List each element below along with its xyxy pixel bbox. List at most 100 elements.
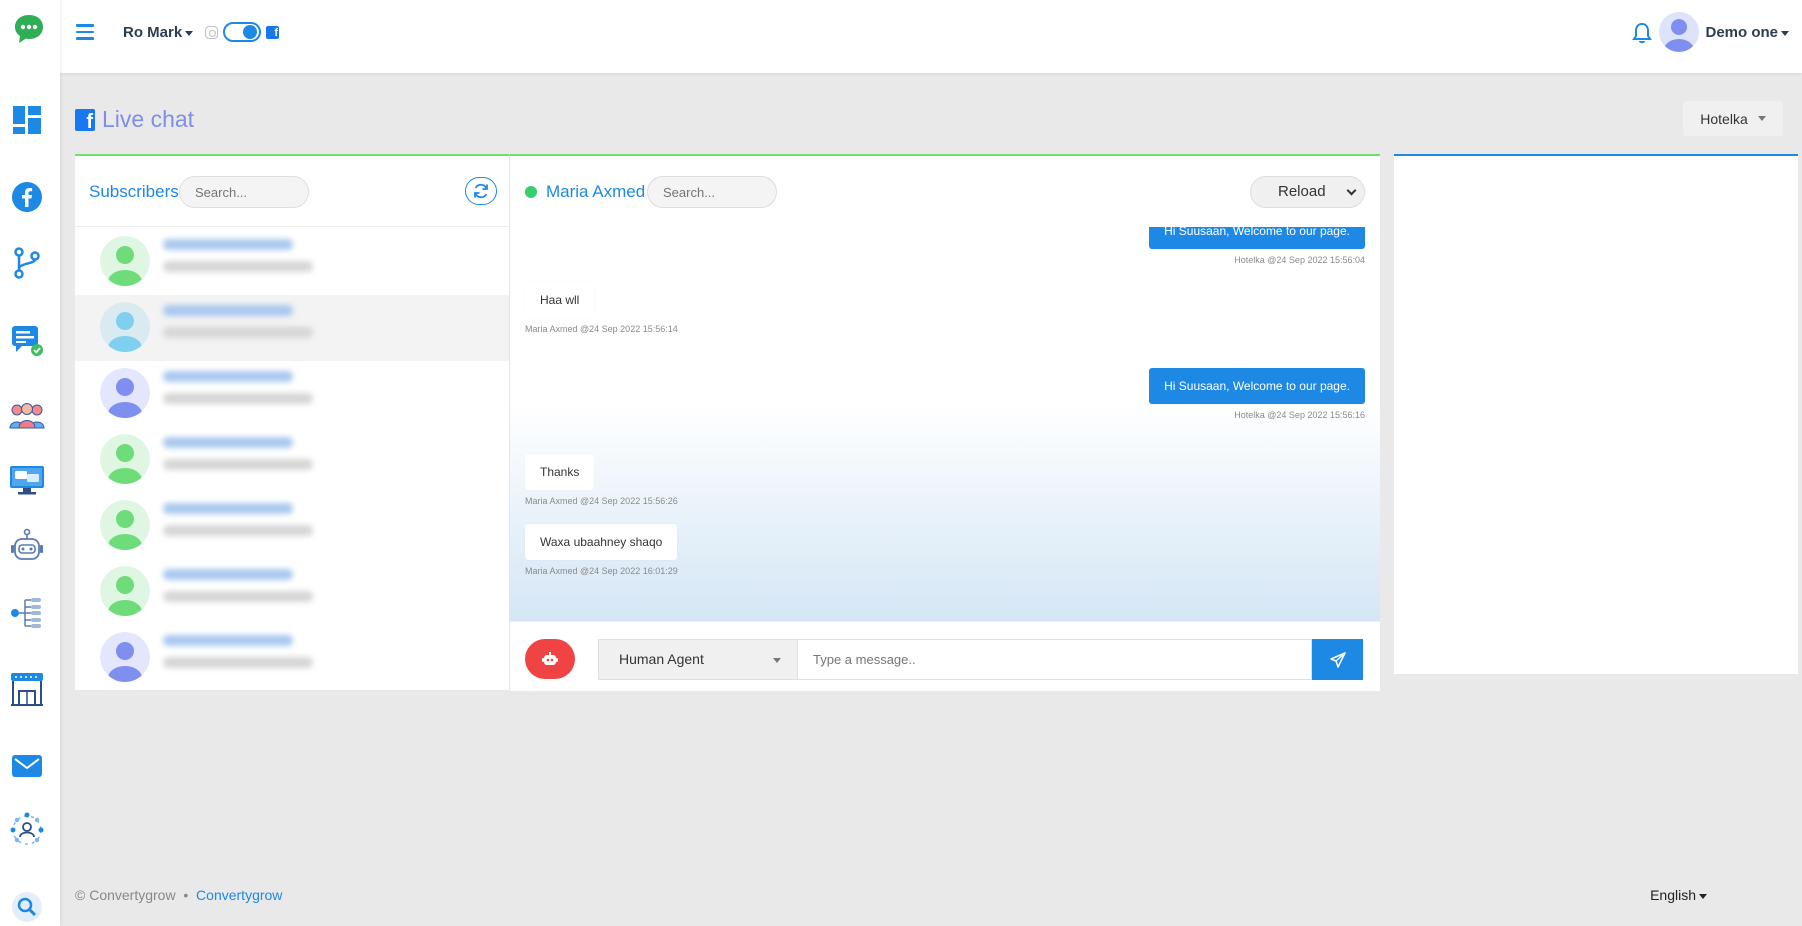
message-meta: Maria Axmed @24 Sep 2022 15:56:14: [525, 324, 678, 334]
top-navbar: Ro Mark f Demo one: [60, 0, 1802, 73]
subscriber-name-redacted: [163, 437, 293, 448]
footer-copyright: © Convertygrow • Convertygrow: [75, 887, 282, 903]
chat-search-input[interactable]: [647, 176, 777, 208]
subscriber-details-panel: [1394, 154, 1798, 674]
chevron-down-icon: [1346, 185, 1357, 196]
subscriber-row[interactable]: [75, 427, 509, 493]
message-meta: Hotelka @24 Sep 2022 15:56:16: [1234, 410, 1365, 420]
sidebar: [0, 0, 60, 926]
subscriber-preview-redacted: [163, 261, 313, 272]
online-status-indicator: [525, 186, 537, 198]
subscriber-avatar: [100, 368, 150, 418]
subscriber-avatar: [100, 302, 150, 352]
contact-name: Maria Axmed: [546, 182, 646, 201]
subscriber-row[interactable]: [75, 295, 509, 361]
messages-icon[interactable]: [9, 322, 45, 358]
subscribers-header: Subscribers: [75, 156, 509, 227]
copyright-text: © Convertygrow: [75, 887, 176, 903]
search-analytics-icon[interactable]: [9, 889, 45, 925]
user-avatar[interactable]: [1659, 12, 1699, 52]
subscriber-row[interactable]: [75, 493, 509, 559]
subscriber-preview-redacted: [163, 657, 313, 668]
subscriber-name-redacted: [163, 305, 293, 316]
subscriber-avatar: [100, 500, 150, 550]
menu-toggle-icon[interactable]: [76, 24, 94, 40]
user-menu[interactable]: Demo one: [1705, 24, 1789, 41]
reload-select-label: Reload: [1278, 183, 1326, 200]
subscriber-preview-redacted: [163, 327, 313, 338]
account-name-label: Ro Mark: [123, 24, 183, 41]
flow-branch-icon[interactable]: [9, 245, 45, 281]
caret-down-icon: [1781, 30, 1789, 36]
subscriber-row[interactable]: [75, 361, 509, 427]
subscriber-avatar: [100, 566, 150, 616]
subscribers-title: Subscribers: [89, 182, 179, 201]
language-selector[interactable]: English: [1650, 887, 1707, 903]
reload-select[interactable]: Reload: [1250, 176, 1365, 208]
language-label: English: [1650, 887, 1696, 903]
subscriber-avatar: [100, 434, 150, 484]
subscriber-name-redacted: [163, 635, 293, 646]
account-switcher[interactable]: Ro Mark: [123, 24, 194, 41]
email-icon[interactable]: [9, 748, 45, 784]
caret-down-icon: [1699, 893, 1707, 899]
outgoing-message: Hi Suusaan, Welcome to our page.: [1149, 368, 1365, 404]
subscribers-search-input[interactable]: [179, 176, 309, 208]
subscriber-row[interactable]: [75, 625, 509, 691]
bot-toggle-button[interactable]: [525, 639, 575, 679]
message-input[interactable]: [798, 639, 1312, 680]
dashboard-icon[interactable]: [9, 102, 45, 138]
footer-separator: •: [183, 887, 189, 903]
subscriber-preview-redacted: [163, 591, 313, 602]
subscriber-name-redacted: [163, 239, 293, 250]
platform-toggle[interactable]: [223, 22, 261, 42]
toggle-knob: [243, 25, 257, 39]
chat-panel: Maria Axmed Reload Hi Suusaan, Welcome t…: [509, 154, 1380, 691]
subscriber-avatar: [100, 632, 150, 682]
message-meta: Maria Axmed @24 Sep 2022 15:56:26: [525, 496, 678, 506]
app-logo[interactable]: [12, 12, 46, 46]
notification-bell-icon[interactable]: [1632, 22, 1652, 44]
page-selector-dropdown[interactable]: Hotelka: [1683, 101, 1783, 136]
subscribers-panel: Subscribers: [75, 154, 509, 690]
live-chat-monitor-icon[interactable]: [9, 462, 45, 498]
subscriber-avatar: [100, 236, 150, 286]
refresh-icon: [474, 183, 488, 199]
store-icon[interactable]: [9, 671, 45, 707]
subscriber-row[interactable]: [75, 559, 509, 625]
sequence-tree-icon[interactable]: [9, 595, 45, 631]
footer-link[interactable]: Convertygrow: [196, 887, 282, 903]
caret-down-icon: [773, 658, 781, 663]
bot-icon[interactable]: [9, 528, 45, 564]
subscriber-name-redacted: [163, 569, 293, 580]
facebook-square-icon: f: [75, 108, 95, 131]
caret-down-icon: [1757, 116, 1766, 121]
facebook-icon[interactable]: [9, 179, 45, 215]
page-selector-label: Hotelka: [1700, 110, 1748, 127]
subscriber-row[interactable]: [75, 229, 509, 295]
subscriber-name-redacted: [163, 371, 293, 382]
message-meta: Hotelka @24 Sep 2022 15:56:04: [1234, 255, 1365, 265]
subscriber-name-redacted: [163, 503, 293, 514]
subscriber-preview-redacted: [163, 459, 313, 470]
send-button[interactable]: [1312, 639, 1363, 680]
send-icon: [1329, 651, 1346, 668]
page-title-text: Live chat: [102, 106, 195, 132]
message-meta: Maria Axmed @24 Sep 2022 16:01:29: [525, 566, 678, 576]
message-list[interactable]: Hi Suusaan, Welcome to our page. Hotelka …: [510, 227, 1380, 621]
user-name-label: Demo one: [1705, 24, 1778, 41]
subscriber-preview-redacted: [163, 393, 313, 404]
incoming-message: Thanks: [525, 454, 595, 490]
instagram-icon[interactable]: [205, 26, 218, 39]
caret-down-icon: [185, 30, 194, 36]
facebook-small-icon[interactable]: f: [266, 26, 279, 39]
message-composer: Human Agent: [510, 621, 1380, 691]
chat-header: Maria Axmed Reload: [510, 156, 1380, 227]
refresh-button[interactable]: [465, 177, 497, 205]
incoming-message: Waxa ubaahney shaqo: [525, 524, 678, 560]
subscriber-preview-redacted: [163, 525, 313, 536]
audience-icon[interactable]: [9, 812, 45, 848]
agent-type-select[interactable]: Human Agent: [598, 639, 798, 680]
team-icon[interactable]: [9, 397, 45, 433]
robot-icon: [542, 652, 558, 665]
